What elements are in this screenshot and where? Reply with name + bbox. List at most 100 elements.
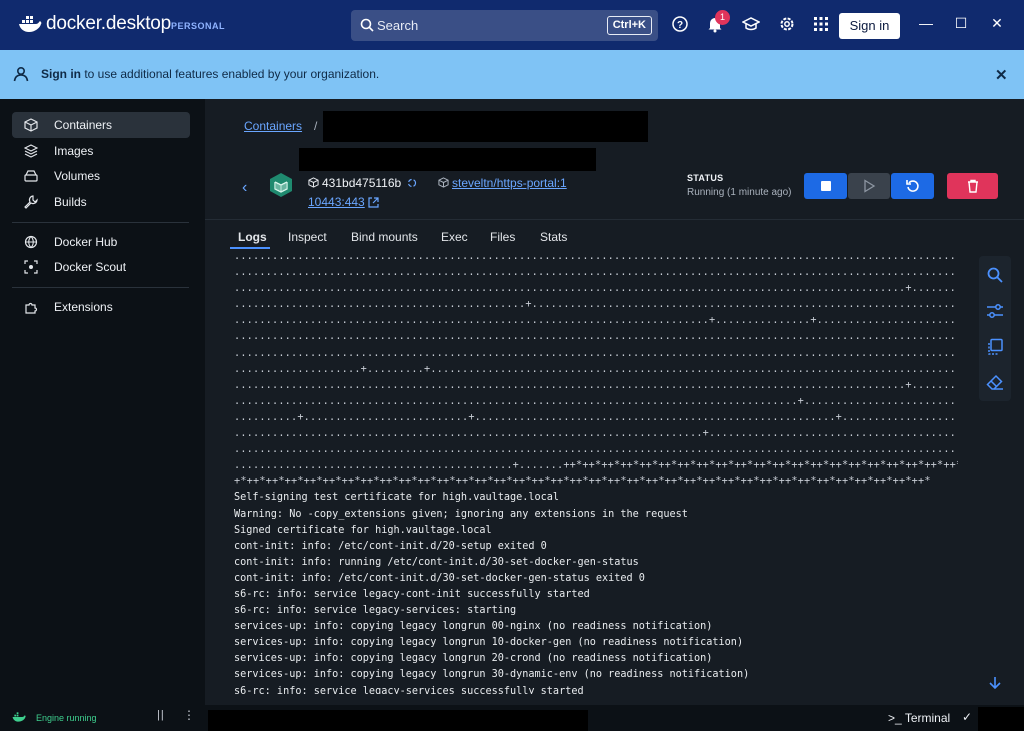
sidebar-item-docker-hub[interactable]: Docker Hub xyxy=(12,229,190,255)
images-icon xyxy=(24,144,38,158)
log-line: ........................................… xyxy=(234,251,958,262)
grid-icon[interactable] xyxy=(812,15,830,33)
svg-text:?: ? xyxy=(677,20,683,31)
terminal-button[interactable]: >_ Terminal xyxy=(888,711,950,725)
back-chevron-icon[interactable]: ‹ xyxy=(242,179,247,197)
log-line: ........................................… xyxy=(234,299,958,311)
log-line: ........................................… xyxy=(234,428,958,440)
breadcrumb-containers-link[interactable]: Containers xyxy=(244,119,302,133)
search-input[interactable]: Search Ctrl+K xyxy=(351,10,658,41)
sidebar-item-label: Volumes xyxy=(54,169,101,183)
log-line: ........................................… xyxy=(234,315,958,327)
tab-files[interactable]: Files xyxy=(490,230,515,244)
sidebar-item-label: Images xyxy=(54,144,94,158)
terminal-icon: >_ xyxy=(888,711,905,725)
log-toolbar xyxy=(979,256,1011,401)
header-divider xyxy=(205,219,1024,220)
sidebar-item-builds[interactable]: Builds xyxy=(12,189,190,215)
help-icon[interactable]: ? xyxy=(671,15,689,33)
log-line: ........................................… xyxy=(234,379,958,391)
hub-icon xyxy=(24,235,38,249)
builds-icon xyxy=(24,195,38,209)
redacted-container-title xyxy=(299,148,596,171)
log-line: ........................................… xyxy=(234,331,958,343)
notification-badge: 1 xyxy=(715,10,730,25)
extensions-icon xyxy=(25,302,38,314)
log-line: ..........+..........................+..… xyxy=(234,411,958,423)
image-icon xyxy=(438,177,449,188)
log-line: s6-rc: info: service legacy-cont-init su… xyxy=(234,588,590,600)
minimize-icon[interactable]: — xyxy=(919,16,933,30)
search-icon xyxy=(360,18,374,32)
sidebar: Containers Images Volumes Builds Docker … xyxy=(0,99,205,731)
sidebar-item-label: Builds xyxy=(54,195,87,209)
account-icon xyxy=(13,66,29,82)
copy-icon[interactable] xyxy=(407,178,417,188)
image-link[interactable]: steveltn/https-portal:1 xyxy=(452,176,567,190)
log-line: services-up: info: copying legacy longru… xyxy=(234,637,744,649)
pause-engine-button[interactable]: || xyxy=(157,709,165,721)
log-line: ........................................… xyxy=(234,267,958,279)
close-banner-icon[interactable]: ✕ xyxy=(995,66,1008,84)
volumes-icon xyxy=(24,170,38,182)
sidebar-item-label: Containers xyxy=(54,118,113,132)
sidebar-item-label: Docker Scout xyxy=(54,260,127,274)
copy-logs-icon[interactable] xyxy=(986,338,1004,356)
stop-icon xyxy=(820,181,831,191)
scroll-to-bottom-icon[interactable] xyxy=(988,676,1002,690)
start-button[interactable] xyxy=(848,173,890,199)
log-line: s6-rc: info: service legacy-services suc… xyxy=(234,685,584,694)
container-icon xyxy=(270,173,292,197)
trash-icon xyxy=(967,179,978,193)
sign-in-banner: Sign in to use additional features enabl… xyxy=(0,50,1024,99)
port-link[interactable]: 10443:443 xyxy=(308,195,365,209)
maximize-icon[interactable]: ☐ xyxy=(954,16,968,30)
log-line: ........................................… xyxy=(234,444,958,456)
banner-text: Sign in to use additional features enabl… xyxy=(41,67,380,81)
app-name: docker.desktop xyxy=(46,13,172,34)
plan-badge: PERSONAL xyxy=(171,21,226,31)
sign-in-button[interactable]: Sign in xyxy=(839,13,900,39)
sidebar-item-docker-scout[interactable]: Docker Scout xyxy=(12,254,190,280)
scout-icon xyxy=(24,260,38,274)
gear-icon[interactable] xyxy=(778,15,796,33)
log-line: cont-init: info: /etc/cont-init.d/30-set… xyxy=(234,572,645,584)
log-line: ....................+.........+.........… xyxy=(234,363,958,375)
engine-whale-icon xyxy=(12,712,26,722)
sidebar-item-containers[interactable]: Containers xyxy=(12,112,190,138)
search-placeholder: Search xyxy=(377,18,419,33)
status-label: STATUS xyxy=(687,173,724,183)
sidebar-divider xyxy=(12,287,189,288)
sidebar-item-images[interactable]: Images xyxy=(12,138,190,164)
eraser-icon[interactable] xyxy=(986,373,1004,391)
log-line: Self-signing test certificate for high.v… xyxy=(234,492,560,504)
restart-button[interactable] xyxy=(891,173,934,199)
tab-logs[interactable]: Logs xyxy=(238,230,267,244)
tab-exec[interactable]: Exec xyxy=(441,230,468,244)
sidebar-item-extensions[interactable]: Extensions xyxy=(12,294,190,320)
stop-button[interactable] xyxy=(804,173,847,199)
log-output: ........................................… xyxy=(234,249,958,694)
external-link-icon[interactable] xyxy=(368,197,379,208)
tab-inspect[interactable]: Inspect xyxy=(288,230,327,244)
log-line: services-up: info: copying legacy longru… xyxy=(234,621,713,633)
log-line: s6-rc: info: service legacy-services: st… xyxy=(234,605,517,617)
tab-stats[interactable]: Stats xyxy=(540,230,567,244)
more-options-icon[interactable]: ⋮ xyxy=(183,708,195,722)
learning-icon[interactable] xyxy=(741,15,761,33)
breadcrumb-separator: / xyxy=(314,119,318,133)
container-id: 431bd475116b xyxy=(322,176,402,190)
log-line: ........................................… xyxy=(234,283,958,295)
search-shortcut: Ctrl+K xyxy=(606,16,652,35)
log-line: Signed certificate for high.vaultage.loc… xyxy=(234,524,492,536)
filter-icon[interactable] xyxy=(986,302,1004,320)
search-icon[interactable] xyxy=(986,266,1004,284)
tab-bind-mounts[interactable]: Bind mounts xyxy=(351,230,418,244)
sidebar-item-label: Extensions xyxy=(54,300,113,314)
sidebar-item-volumes[interactable]: Volumes xyxy=(12,163,190,189)
close-window-icon[interactable]: ✕ xyxy=(990,16,1004,30)
container-id-icon xyxy=(308,177,319,188)
docker-whale-icon xyxy=(19,16,42,32)
banner-sign-in-link[interactable]: Sign in xyxy=(41,67,81,81)
delete-button[interactable] xyxy=(947,173,998,199)
